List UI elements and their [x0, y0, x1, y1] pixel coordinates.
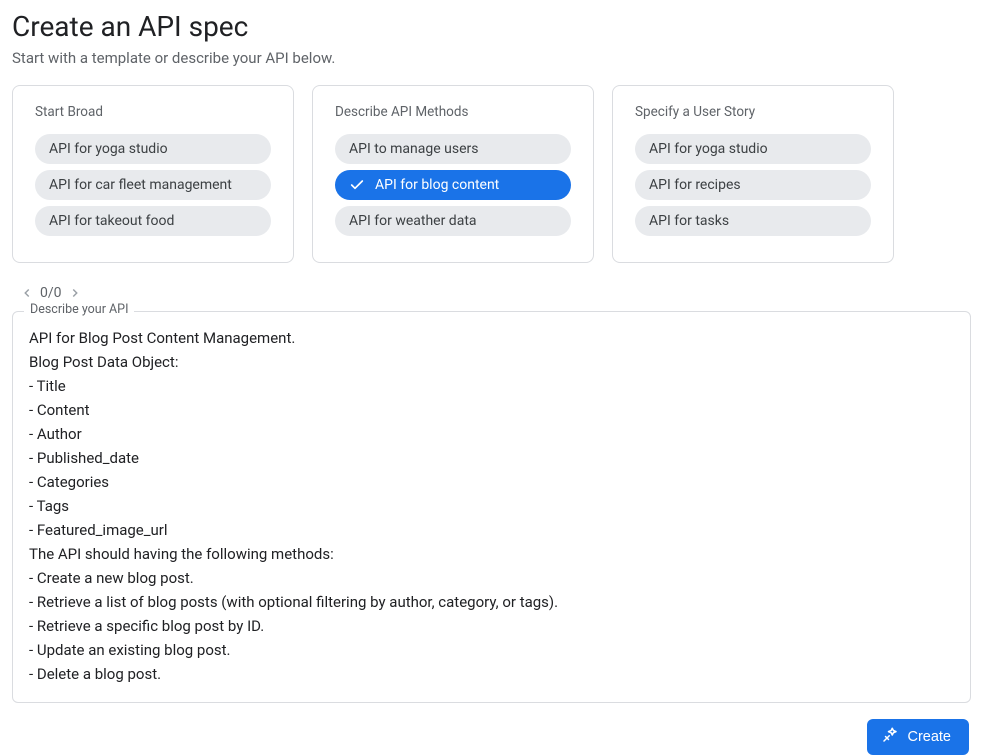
card-title: Start Broad	[35, 104, 271, 120]
chip-label: API to manage users	[349, 141, 478, 157]
create-button[interactable]: Create	[867, 719, 969, 755]
chip-label: API for yoga studio	[49, 141, 168, 157]
template-chip[interactable]: API to manage users	[335, 134, 571, 164]
template-chip[interactable]: API for yoga studio	[635, 134, 871, 164]
chip-label: API for takeout food	[49, 213, 174, 229]
template-card: Start Broad API for yoga studio API for ca…	[12, 85, 294, 263]
chevron-left-icon[interactable]	[20, 286, 34, 300]
chip-label: API for car fleet management	[49, 177, 232, 193]
template-chip[interactable]: API for takeout food	[35, 206, 271, 236]
chip-label: API for tasks	[649, 213, 729, 229]
check-icon	[349, 177, 365, 193]
describe-api-label: Describe your API	[24, 302, 134, 317]
chip-label: API for weather data	[349, 213, 477, 229]
create-button-label: Create	[907, 729, 951, 745]
pager-text: 0/0	[40, 285, 62, 301]
describe-api-field[interactable]: Describe your API API for Blog Post Cont…	[12, 311, 971, 703]
card-title: Describe API Methods	[335, 104, 571, 120]
chip-label: API for blog content	[375, 177, 499, 193]
describe-api-textarea[interactable]: API for Blog Post Content Management. Bl…	[12, 311, 971, 703]
template-cards-row: Start Broad API for yoga studio API for ca…	[0, 85, 983, 263]
template-chip[interactable]: API for car fleet management	[35, 170, 271, 200]
chip-label: API for yoga studio	[649, 141, 768, 157]
template-chip[interactable]: API for weather data	[335, 206, 571, 236]
template-chip[interactable]: API for blog content	[335, 170, 571, 200]
pager: 0/0	[0, 263, 983, 305]
page-subtitle: Start with a template or describe your A…	[0, 45, 983, 85]
template-chip[interactable]: API for tasks	[635, 206, 871, 236]
action-row: Create	[0, 703, 983, 755]
template-card: Specify a User Story API for yoga studio A…	[612, 85, 894, 263]
chip-label: API for recipes	[649, 177, 741, 193]
magic-wand-icon	[881, 726, 899, 748]
template-chip[interactable]: API for recipes	[635, 170, 871, 200]
template-chip[interactable]: API for yoga studio	[35, 134, 271, 164]
card-title: Specify a User Story	[635, 104, 871, 120]
chevron-right-icon[interactable]	[68, 286, 82, 300]
template-card: Describe API Methods API to manage users A…	[312, 85, 594, 263]
page-title: Create an API spec	[0, 0, 983, 45]
